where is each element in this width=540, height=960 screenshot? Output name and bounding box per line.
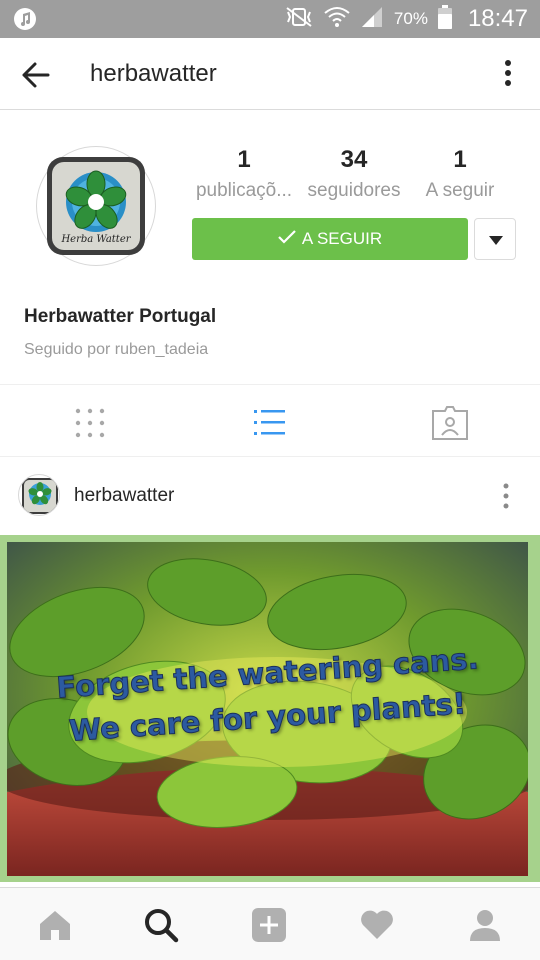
tab-list[interactable] (250, 403, 290, 443)
search-icon (145, 909, 179, 943)
stat-following-value: 1 (453, 146, 467, 173)
followed-by-text[interactable]: Seguido por ruben_tadeia (24, 341, 208, 359)
post-image[interactable]: Forget the watering cans. We care for yo… (7, 542, 528, 876)
stat-posts-value: 1 (237, 146, 251, 173)
following-button-label: A SEGUIR (301, 229, 383, 248)
signal-icon (360, 6, 384, 33)
list-icon (254, 410, 285, 435)
profile-full-name: Herbawatter Portugal (24, 306, 217, 327)
tagged-person-icon (432, 406, 468, 440)
post-author-avatar[interactable] (18, 474, 60, 516)
clock: 18:47 (467, 5, 528, 32)
app-bar: herbawatter (0, 38, 540, 110)
profile-stats: 1 publicaçõ... 34 seguidores 1 A seguir (190, 146, 510, 206)
grid-icon (75, 408, 105, 438)
profile-view-tabs (0, 384, 540, 457)
tab-tagged[interactable] (430, 403, 470, 443)
battery-icon (437, 4, 452, 34)
stat-followers-value: 34 (340, 146, 368, 173)
status-bar: 70% 18:47 (0, 0, 540, 38)
post-header: herbawatter (0, 458, 540, 534)
vibrate-mute-icon (284, 6, 314, 33)
following-button[interactable]: A SEGUIR (192, 218, 468, 260)
nav-add-post[interactable] (250, 906, 288, 944)
music-note-icon (14, 8, 36, 30)
stat-followers[interactable]: 34 seguidores (298, 146, 410, 202)
nav-activity[interactable] (358, 906, 396, 944)
profile-icon (470, 910, 500, 941)
herbawatter-logo-icon (22, 478, 58, 514)
stat-following[interactable]: 1 A seguir (416, 146, 504, 202)
avatar-logo-text: Herba Watter (61, 234, 131, 245)
stat-posts[interactable]: 1 publicaçõ... (190, 146, 298, 202)
triangle-down-icon (489, 236, 503, 245)
add-post-icon (252, 908, 286, 942)
stat-followers-label: seguidores (307, 180, 401, 201)
checkmark-icon (278, 229, 296, 249)
nav-home[interactable] (36, 906, 74, 944)
post-username[interactable]: herbawatter (74, 485, 174, 507)
suggestions-dropdown-button[interactable] (474, 218, 516, 260)
stat-following-label: A seguir (425, 180, 495, 201)
tab-grid[interactable] (70, 403, 110, 443)
nav-profile[interactable] (466, 906, 504, 944)
more-vertical-icon[interactable] (502, 58, 514, 92)
bottom-navigation (0, 887, 540, 960)
avatar-logo: Herba Watter (47, 157, 145, 255)
more-vertical-icon[interactable] (502, 482, 510, 510)
stat-posts-label: publicaçõ... (195, 180, 293, 201)
home-icon (40, 911, 70, 940)
heart-icon (361, 910, 393, 939)
nav-search[interactable] (142, 906, 180, 944)
profile-avatar[interactable]: Herba Watter (36, 146, 156, 266)
post-image-frame: Forget the watering cans. We care for yo… (0, 535, 540, 882)
arrow-left-icon[interactable] (20, 60, 52, 90)
page-title: herbawatter (90, 60, 217, 87)
wifi-icon (324, 6, 350, 33)
battery-percent: 70% (393, 9, 428, 28)
